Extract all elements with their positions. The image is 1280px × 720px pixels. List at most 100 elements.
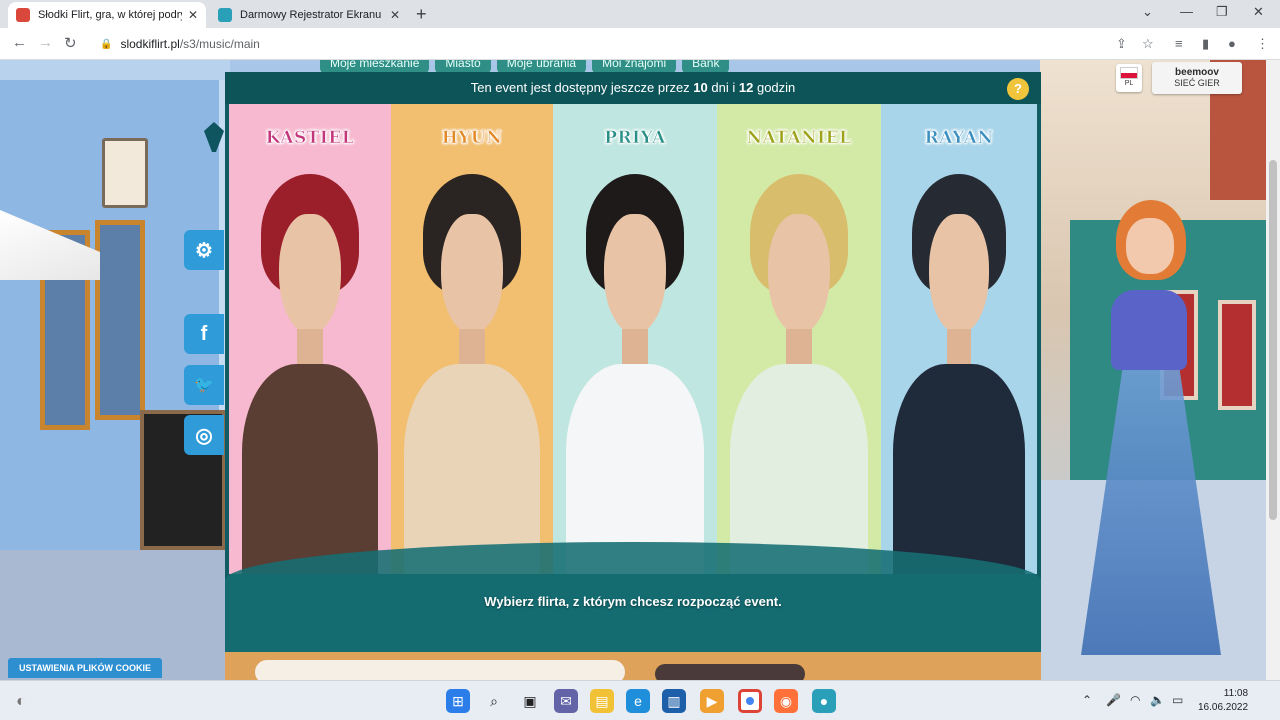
media-control-icon[interactable]: ≡ xyxy=(1175,36,1183,51)
chrome-icon[interactable] xyxy=(738,689,762,713)
page-scrollbar[interactable] xyxy=(1266,60,1280,680)
language-selector[interactable]: PL xyxy=(1116,64,1142,92)
browser-menu-icon[interactable]: ⋮ xyxy=(1256,36,1269,52)
polish-flag-icon xyxy=(1120,67,1138,79)
firefox-icon[interactable]: ◉ xyxy=(774,689,798,713)
avatar-dress-skirt xyxy=(1081,365,1221,655)
address-bar: ← → ↻ 🔒 slodkiflirt.pl/s3/music/main ⇪ ☆… xyxy=(0,28,1280,60)
beemoov-subtitle: SIEĆ GIER xyxy=(1174,78,1220,88)
avatar-dress-top xyxy=(1111,290,1187,370)
character-card-hyun[interactable]: HYUN xyxy=(391,104,553,574)
character-card-nataniel[interactable]: NATANIEL xyxy=(717,104,881,574)
close-window-button[interactable]: ✕ xyxy=(1253,4,1264,20)
battery-icon[interactable]: ▭ xyxy=(1172,693,1183,707)
cafe-sign xyxy=(102,138,148,208)
twitter-button[interactable]: 🐦 xyxy=(184,365,224,405)
character-torso xyxy=(241,364,379,574)
character-face xyxy=(603,214,667,334)
volume-icon[interactable]: 🔈 xyxy=(1150,693,1165,707)
character-name: PRIYA xyxy=(604,128,666,149)
character-torso xyxy=(730,364,868,574)
character-face xyxy=(441,214,503,334)
avatar-face xyxy=(1126,218,1174,274)
recorder-favicon-icon xyxy=(218,8,232,22)
instagram-icon: ◎ xyxy=(195,424,213,447)
character-face xyxy=(929,214,989,334)
share-icon[interactable]: ⇪ xyxy=(1116,36,1127,52)
url-path: /s3/music/main xyxy=(179,37,260,51)
game-page: PL beemoov SIEĆ GIER ⚙ f 🐦 ◎ Moje mieszk… xyxy=(0,60,1280,680)
clock-date: 16.06.2022 xyxy=(1198,702,1249,713)
bookmark-star-icon[interactable]: ☆ xyxy=(1142,36,1154,52)
choose-flirt-prompt: Wybierz flirta, z którym chcesz rozpoczą… xyxy=(225,542,1041,652)
wifi-icon[interactable]: ◠ xyxy=(1130,693,1140,707)
scrollbar-thumb[interactable] xyxy=(1269,160,1277,520)
character-card-rayan[interactable]: RAYAN xyxy=(881,104,1037,574)
facebook-button[interactable]: f xyxy=(184,314,224,354)
settings-button[interactable]: ⚙ xyxy=(184,230,224,270)
help-button[interactable]: ? xyxy=(1007,78,1029,100)
character-face xyxy=(279,214,341,334)
language-code: PL xyxy=(1124,80,1134,87)
store-icon[interactable]: ▥ xyxy=(662,689,686,713)
url-field[interactable]: 🔒 slodkiflirt.pl/s3/music/main xyxy=(90,32,1100,56)
player-avatar[interactable] xyxy=(1066,200,1226,680)
side-panel-icon[interactable]: ▮ xyxy=(1202,36,1209,52)
character-face xyxy=(767,214,831,334)
tab-title: Słodki Flirt, gra, w której podryw xyxy=(38,9,182,21)
start-icon[interactable]: ⊞ xyxy=(446,689,470,713)
minimize-button[interactable]: — xyxy=(1180,4,1193,19)
back-icon[interactable]: ← xyxy=(12,34,27,51)
browser-tab-bar: Słodki Flirt, gra, w której podryw ✕ Dar… xyxy=(0,0,1280,28)
character-card-priya[interactable]: PRIYA xyxy=(553,104,717,574)
character-torso xyxy=(893,364,1025,574)
file-explorer-icon[interactable]: ▤ xyxy=(590,689,614,713)
close-tab-icon[interactable]: ✕ xyxy=(188,8,198,22)
tab-title: Darmowy Rejestrator Ekranu Onl xyxy=(240,9,384,21)
character-name: NATANIEL xyxy=(746,128,852,149)
task-view-icon[interactable]: ▣ xyxy=(518,689,542,713)
new-tab-button[interactable]: + xyxy=(416,4,427,25)
event-days: 10 xyxy=(693,80,708,95)
tab-search-icon[interactable]: ⌄ xyxy=(1142,4,1153,20)
weather-icon[interactable]: ◐ xyxy=(16,693,26,711)
gear-icon: ⚙ xyxy=(195,239,213,262)
site-favicon-icon xyxy=(16,8,30,22)
system-clock[interactable]: 11:08 16.06.2022 xyxy=(1198,687,1248,715)
windows-taskbar: ◐ ⊞ ⌕ ▣ ✉ ▤ e ▥ ▶ ◉ ● ⌃ 🎤 ◠ 🔈 ▭ 11:08 16… xyxy=(0,680,1280,720)
event-panel: Ten event jest dostępny jeszcze przez 10… xyxy=(225,72,1041,680)
lock-icon: 🔒 xyxy=(100,38,113,50)
edge-icon[interactable]: e xyxy=(626,689,650,713)
teams-chat-icon[interactable]: ✉ xyxy=(554,689,578,713)
character-name: RAYAN xyxy=(924,128,994,149)
search-icon[interactable]: ⌕ xyxy=(482,689,506,713)
reload-icon[interactable]: ↻ xyxy=(64,34,77,52)
media-player-icon[interactable]: ▶ xyxy=(700,689,724,713)
close-tab-icon[interactable]: ✕ xyxy=(390,8,400,22)
maximize-button[interactable]: ❐ xyxy=(1216,4,1228,20)
clock-time: 11:08 xyxy=(1223,688,1249,699)
instagram-button[interactable]: ◎ xyxy=(184,415,224,455)
character-cards: KASTIEL HYUN PRIYA NATANIEL RAYAN xyxy=(225,104,1041,574)
event-bottom-strip xyxy=(225,652,1041,680)
forward-icon[interactable]: → xyxy=(38,34,53,51)
bottom-panel-left xyxy=(255,660,625,680)
event-hours-label: godzin xyxy=(756,80,796,95)
microphone-icon[interactable]: 🎤 xyxy=(1106,693,1121,707)
screen-recorder-icon[interactable]: ● xyxy=(812,689,836,713)
url-domain: slodkiflirt.pl xyxy=(120,37,180,51)
cookie-settings-button[interactable]: USTAWIENIA PLIKÓW COOKIE xyxy=(8,658,162,678)
event-timer-banner: Ten event jest dostępny jeszcze przez 10… xyxy=(225,72,1041,104)
profile-avatar-icon[interactable]: ● xyxy=(1228,36,1236,51)
bottom-panel-button[interactable] xyxy=(655,664,805,680)
tab-slodki-flirt[interactable]: Słodki Flirt, gra, w której podryw ✕ xyxy=(8,2,206,28)
tray-overflow-icon[interactable]: ⌃ xyxy=(1082,693,1092,707)
character-name: HYUN xyxy=(441,128,503,149)
beemoov-logo[interactable]: beemoov SIEĆ GIER xyxy=(1152,62,1242,94)
cafe-window xyxy=(95,220,145,420)
character-name: KASTIEL xyxy=(265,128,355,149)
character-card-kastiel[interactable]: KASTIEL xyxy=(229,104,391,574)
event-timer-prefix: Ten event jest dostępny jeszcze przez xyxy=(470,80,690,95)
tab-screen-recorder[interactable]: Darmowy Rejestrator Ekranu Onl ✕ xyxy=(210,2,408,28)
event-hours: 12 xyxy=(738,80,754,95)
